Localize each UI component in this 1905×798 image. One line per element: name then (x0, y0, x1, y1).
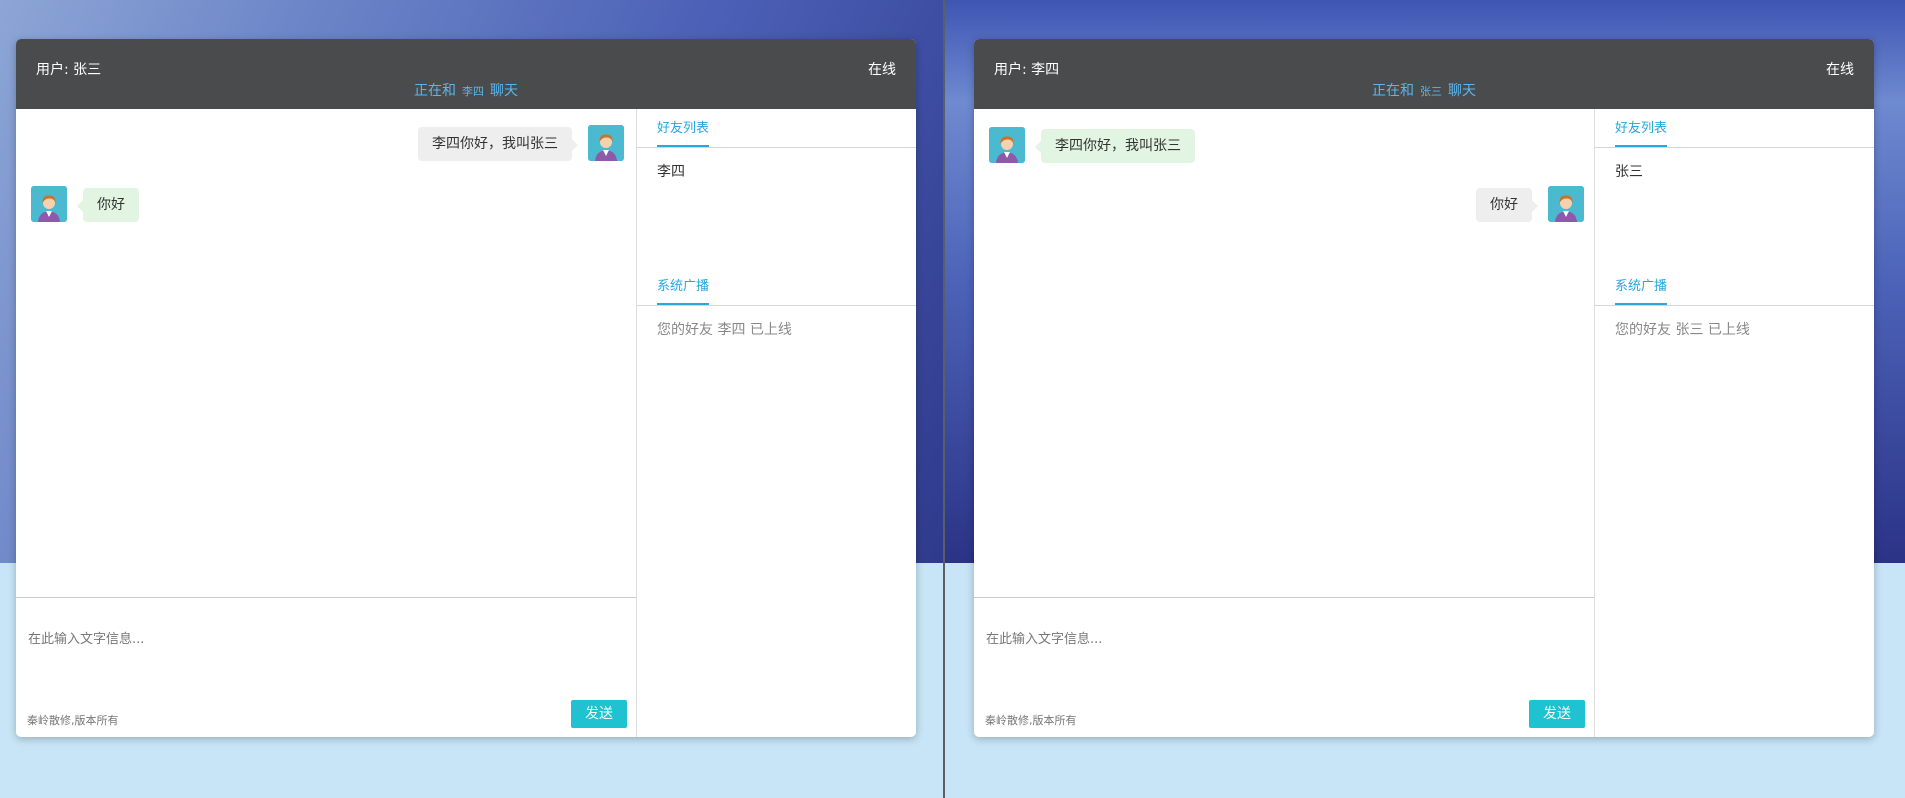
message-list[interactable]: 李四你好，我叫张三 你好 (16, 109, 636, 598)
divider (637, 305, 916, 306)
chat-suffix: 聊天 (1448, 83, 1476, 99)
chat-header: 用户: 张三 在线 正在和 李四 聊天 (16, 39, 916, 109)
chat-peer-name: 李四 (462, 85, 484, 98)
tab-friend-list[interactable]: 好友列表 (657, 117, 710, 147)
right-browser-pane: 用户: 李四 在线 正在和 张三 聊天 李四你好，我叫张三 你好 在此输入文字信… (945, 0, 1905, 798)
message-bubble-sent: 你好 (1476, 188, 1538, 222)
copyright-text: 秦岭散修,版本所有 (27, 714, 119, 727)
message-input[interactable] (26, 626, 590, 652)
message-item: 你好 (16, 186, 636, 226)
tab-system-broadcast[interactable]: 系统广播 (1615, 275, 1668, 305)
tab-system-broadcast-label: 系统广播 (657, 279, 710, 294)
tab-system-broadcast[interactable]: 系统广播 (657, 275, 710, 305)
broadcast-message: 您的好友 张三 已上线 (1615, 322, 1750, 338)
chat-peer-name: 张三 (1420, 85, 1442, 98)
message-item: 李四你好，我叫张三 (16, 125, 636, 165)
chat-prefix: 正在和 (414, 83, 456, 99)
tab-system-broadcast-label: 系统广播 (1615, 279, 1668, 294)
input-area: 秦岭散修,版本所有 发送 (974, 598, 1594, 737)
message-bubble-sent: 李四你好，我叫张三 (418, 127, 578, 161)
chat-target-label: 正在和 李四 聊天 (16, 80, 916, 100)
copyright-text: 秦岭散修,版本所有 (985, 714, 1077, 727)
divider (637, 147, 916, 148)
message-input[interactable] (984, 626, 1548, 652)
chat-area: 李四你好，我叫张三 你好 秦岭散修,版本所有 发送 (974, 109, 1595, 737)
chat-suffix: 聊天 (490, 83, 518, 99)
send-button[interactable]: 发送 (571, 700, 627, 728)
current-user-label: 用户: 张三 (36, 62, 102, 78)
chat-prefix: 正在和 (1372, 83, 1414, 99)
chat-window: 用户: 张三 在线 正在和 李四 聊天 李四你好，我叫张三 你好 在此输入文字信… (16, 39, 916, 737)
left-browser-pane: 用户: 张三 在线 正在和 李四 聊天 李四你好，我叫张三 你好 在此输入文字信… (0, 0, 944, 798)
side-panel: 好友列表 张三 系统广播 您的好友 张三 已上线 (1595, 109, 1874, 737)
divider (1595, 305, 1874, 306)
tab-friend-list[interactable]: 好友列表 (1615, 117, 1668, 147)
input-area: 秦岭散修,版本所有 发送 (16, 598, 636, 737)
chat-target-label: 正在和 张三 聊天 (974, 80, 1874, 100)
friend-item[interactable]: 李四 (657, 161, 685, 181)
chat-header: 用户: 李四 在线 正在和 张三 聊天 (974, 39, 1874, 109)
message-item: 李四你好，我叫张三 (974, 127, 1594, 167)
tab-friend-list-label: 好友列表 (657, 121, 710, 136)
send-button[interactable]: 发送 (1529, 700, 1585, 728)
message-bubble-received: 李四你好，我叫张三 (1035, 129, 1195, 163)
online-status: 在线 (1826, 62, 1854, 78)
online-status: 在线 (868, 62, 896, 78)
tab-friend-list-label: 好友列表 (1615, 121, 1668, 136)
broadcast-message: 您的好友 李四 已上线 (657, 322, 792, 338)
friend-item[interactable]: 张三 (1615, 161, 1643, 181)
user-avatar-icon (588, 125, 624, 161)
user-avatar-icon (31, 186, 67, 222)
chat-window: 用户: 李四 在线 正在和 张三 聊天 李四你好，我叫张三 你好 在此输入文字信… (974, 39, 1874, 737)
message-list[interactable]: 李四你好，我叫张三 你好 (974, 109, 1594, 598)
chat-area: 李四你好，我叫张三 你好 秦岭散修,版本所有 发送 (16, 109, 637, 737)
side-panel: 好友列表 李四 系统广播 您的好友 李四 已上线 (637, 109, 916, 737)
current-user-label: 用户: 李四 (994, 62, 1060, 78)
message-bubble-received: 你好 (77, 188, 139, 222)
message-item: 你好 (974, 186, 1594, 226)
user-avatar-icon (1548, 186, 1584, 222)
user-avatar-icon (989, 127, 1025, 163)
divider (1595, 147, 1874, 148)
